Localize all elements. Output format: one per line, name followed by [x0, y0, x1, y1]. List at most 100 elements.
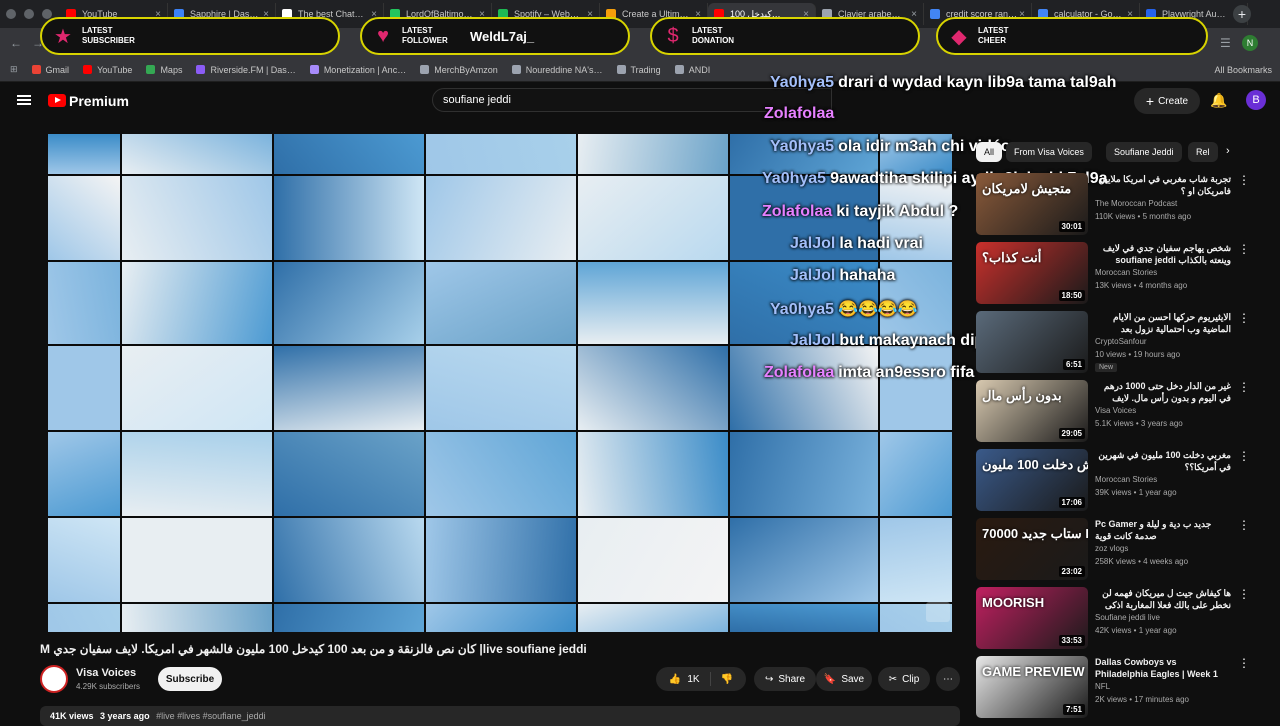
video-frame-tile	[48, 432, 120, 516]
bookmark-item[interactable]: Gmail	[31, 64, 70, 75]
video-duration: 33:53	[1058, 635, 1085, 646]
related-video-item[interactable]: بدون رأس مال 29:05 غير من الدار دخل حتى …	[976, 380, 1266, 444]
related-channel-name[interactable]: zoz vlogs	[1095, 544, 1128, 553]
chat-username: JalJol	[790, 235, 836, 252]
create-button[interactable]: + Create	[1134, 88, 1200, 114]
new-tab-button[interactable]: +	[1233, 5, 1251, 23]
filter-chip[interactable]: Soufiane Jeddi	[1106, 142, 1182, 162]
related-channel-name[interactable]: Moroccan Stories	[1095, 475, 1157, 484]
apps-grid-icon[interactable]: ⊞	[10, 64, 18, 75]
new-badge: New	[1095, 363, 1118, 372]
thumbnail-caption: بدون رأس مال	[982, 388, 1062, 403]
more-actions-button[interactable]: ⋯	[936, 667, 960, 691]
video-thumbnail[interactable]: GAME PREVIEW 7:51	[976, 656, 1088, 718]
more-options-icon[interactable]: ⋮	[1238, 242, 1250, 256]
save-button[interactable]: 🔖 Save	[816, 667, 872, 691]
close-tab-icon[interactable]: ×	[911, 9, 917, 20]
like-button[interactable]: 👍 1K	[669, 674, 700, 685]
video-frame-tile	[274, 604, 424, 632]
bookmark-item[interactable]: MerchByAmzon	[420, 65, 498, 75]
related-video-title[interactable]: Pc Gamer جديد ب دية و ليلة و صدمة كانت ق…	[1095, 518, 1231, 542]
bookmark-item[interactable]: Trading	[616, 65, 661, 75]
star-icon: ★	[54, 25, 72, 48]
video-thumbnail[interactable]: ستاب جديد 70000 DH 23:02	[976, 518, 1088, 580]
related-channel-name[interactable]: Visa Voices	[1095, 406, 1136, 415]
bookmark-item[interactable]: YouTube	[83, 65, 132, 75]
chat-username: Zolafolaa	[764, 364, 835, 381]
related-video-title[interactable]: Dallas Cowboys vs Philadelphia Eagles | …	[1095, 656, 1231, 680]
related-video-title[interactable]: غير من الدار دخل حتى 1000 درهم في اليوم …	[1095, 380, 1231, 404]
profile-avatar[interactable]: N	[1242, 35, 1258, 51]
youtube-premium-logo[interactable]: Premium	[69, 93, 129, 109]
window-minimize-dot[interactable]	[24, 9, 34, 19]
related-video-item[interactable]: 6:51 الايثيريوم حركها احسن من الايام الم…	[976, 311, 1266, 375]
video-thumbnail[interactable]: 6:51	[976, 311, 1088, 373]
more-options-icon[interactable]: ⋮	[1238, 311, 1250, 325]
video-thumbnail[interactable]: MOORISH 33:53	[976, 587, 1088, 649]
video-frame-tile	[274, 346, 424, 430]
video-frame-tile	[578, 518, 728, 602]
share-button[interactable]: ↪ Share	[754, 667, 816, 691]
bookmark-item[interactable]: ANDI	[674, 65, 710, 75]
extensions-icon[interactable]: ☰	[1220, 36, 1231, 50]
related-video-item[interactable]: GAME PREVIEW 7:51 Dallas Cowboys vs Phil…	[976, 656, 1266, 720]
menu-icon[interactable]	[17, 95, 31, 105]
related-video-title[interactable]: ها كيفاش جيت ل ميريكان فهمه لن نخطر على …	[1095, 587, 1231, 611]
channel-name[interactable]: Visa Voices	[76, 667, 136, 679]
related-channel-name[interactable]: NFL	[1095, 682, 1110, 691]
video-thumbnail[interactable]: كيفاش دخلت 100 مليون 17:06	[976, 449, 1088, 511]
window-close-dot[interactable]	[6, 9, 16, 19]
bookmark-item[interactable]: Maps	[146, 65, 182, 75]
bookmark-item[interactable]: Monetization | Anc…	[309, 65, 406, 75]
chevron-right-icon[interactable]: ›	[1226, 145, 1230, 157]
related-channel-name[interactable]: The Moroccan Podcast	[1095, 199, 1177, 208]
youtube-logo-icon[interactable]	[48, 94, 66, 107]
related-video-item[interactable]: متجيش لامريكان 30:01 تجربة شاب مغربي في …	[976, 173, 1266, 237]
related-channel-name[interactable]: Moroccan Stories	[1095, 268, 1157, 277]
related-video-title[interactable]: مغربي دخلت 100 مليون في شهرين في أمريكا؟…	[1095, 449, 1231, 473]
window-zoom-dot[interactable]	[42, 9, 52, 19]
subscribe-button[interactable]: Subscribe	[158, 667, 222, 691]
more-options-icon[interactable]: ⋮	[1238, 656, 1250, 670]
related-video-item[interactable]: ستاب جديد 70000 DH 23:02 Pc Gamer جديد ب…	[976, 518, 1266, 582]
account-avatar[interactable]: B	[1246, 90, 1266, 110]
video-frame-tile	[274, 432, 424, 516]
share-icon: ↪	[764, 673, 774, 685]
filter-chip[interactable]: All	[976, 142, 1003, 162]
more-options-icon[interactable]: ⋮	[1238, 173, 1250, 187]
more-options-icon[interactable]: ⋮	[1238, 380, 1250, 394]
bookmark-item[interactable]: Riverside.FM | Das…	[196, 65, 296, 75]
related-video-title[interactable]: تجربة شاب مغربي في امريكا ملايين فامريكا…	[1095, 173, 1231, 197]
more-options-icon[interactable]: ⋮	[1238, 587, 1250, 601]
more-options-icon[interactable]: ⋮	[1238, 518, 1250, 532]
all-bookmarks-link[interactable]: All Bookmarks	[1214, 65, 1272, 75]
video-frame-tile	[730, 518, 878, 602]
video-thumbnail[interactable]: أنت كذاب؟ 18:50	[976, 242, 1088, 304]
thumbnail-caption: متجيش لامريكان	[982, 181, 1072, 196]
related-video-title[interactable]: شخص يهاجم سفيان جدي في لايف وينعته بالكذ…	[1095, 242, 1231, 266]
video-frame-tile	[122, 518, 272, 602]
more-options-icon[interactable]: ⋮	[1238, 449, 1250, 463]
filter-chip[interactable]: Rel	[1188, 142, 1218, 162]
notifications-bell-icon[interactable]: 🔔	[1210, 92, 1227, 109]
bookmark-label: Gmail	[45, 64, 70, 75]
filter-chip[interactable]: From Visa Voices	[1006, 142, 1092, 162]
related-video-item[interactable]: كيفاش دخلت 100 مليون 17:06 مغربي دخلت 10…	[976, 449, 1266, 513]
bookmark-item[interactable]: Noureddine NA's…	[511, 65, 603, 75]
related-video-item[interactable]: أنت كذاب؟ 18:50 شخص يهاجم سفيان جدي في ل…	[976, 242, 1266, 306]
stream-alert-widget: $ LATEST DONATION	[650, 17, 920, 55]
related-channel-name[interactable]: CryptoSanfour	[1095, 337, 1147, 346]
video-frame-tile	[122, 604, 272, 632]
related-video-item[interactable]: MOORISH 33:53 ها كيفاش جيت ل ميريكان فهم…	[976, 587, 1266, 651]
video-thumbnail[interactable]: متجيش لامريكان 30:01	[976, 173, 1088, 235]
back-icon[interactable]: ←	[10, 36, 22, 50]
dislike-button[interactable]: 👎	[721, 674, 733, 685]
related-channel-name[interactable]: Soufiane jeddi live	[1095, 613, 1160, 622]
video-thumbnail[interactable]: بدون رأس مال 29:05	[976, 380, 1088, 442]
channel-watermark[interactable]	[926, 602, 950, 622]
clip-button[interactable]: ✂ Clip	[878, 667, 930, 691]
channel-avatar[interactable]	[40, 665, 68, 693]
video-frame-tile	[730, 432, 878, 516]
related-video-title[interactable]: الايثيريوم حركها احسن من الايام الماضية …	[1095, 311, 1231, 335]
description-box[interactable]: 41K views 3 years ago #live #lives #souf…	[40, 706, 960, 726]
